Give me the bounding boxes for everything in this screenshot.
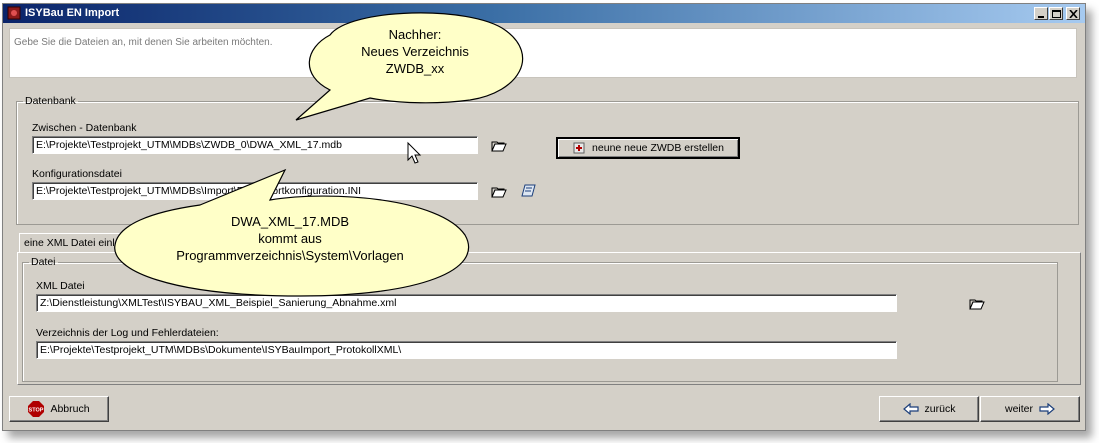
window-title: ISYBau EN Import	[25, 7, 120, 19]
bottom-bar: STOP Abbruch zurück weiter	[3, 392, 1085, 430]
datenbank-group: Datenbank	[16, 95, 1079, 225]
bottom-callout-text: DWA_XML_17.MDB kommt aus Programmverzeic…	[150, 213, 430, 264]
bottom-callout-line: Programmverzeichnis\System\Vorlagen	[176, 248, 404, 263]
new-zwdb-button[interactable]: neune neue ZWDB erstellen	[556, 137, 740, 159]
new-zwdb-label: neune neue ZWDB erstellen	[592, 142, 724, 154]
stop-icon: STOP	[28, 401, 45, 417]
datei-group: Datei	[22, 256, 1058, 382]
svg-text:STOP: STOP	[29, 408, 44, 414]
folder-open-icon[interactable]	[491, 185, 507, 199]
title-bar[interactable]: ISYBau EN Import	[3, 4, 1085, 23]
config-label: Konfigurationsdatei	[32, 168, 122, 180]
hint-text: Gebe Sie die Dateien an, mit denen Sie a…	[14, 37, 273, 48]
app-icon	[7, 6, 21, 20]
weiter-label: weiter	[1004, 403, 1033, 415]
close-icon	[1069, 10, 1078, 18]
minimize-icon	[1038, 16, 1044, 18]
maximize-button[interactable]	[1049, 7, 1063, 20]
xml-path-input[interactable]	[36, 294, 897, 312]
bottom-callout-line: kommt aus	[258, 231, 322, 246]
config-path-input[interactable]	[32, 182, 478, 200]
close-button[interactable]	[1066, 7, 1080, 20]
log-path-input[interactable]	[36, 341, 897, 359]
bottom-callout-line: DWA_XML_17.MDB	[231, 214, 349, 229]
folder-open-icon[interactable]	[491, 139, 507, 153]
top-callout-text: Nachher: Neues Verzeichnis ZWDB_xx	[340, 26, 490, 77]
log-label: Verzeichnis der Log und Fehlerdateien:	[36, 327, 219, 339]
top-callout-line: Nachher:	[388, 27, 442, 42]
weiter-button[interactable]: weiter	[980, 396, 1080, 422]
xml-label: XML Datei	[36, 280, 85, 292]
arrow-right-icon	[1039, 403, 1055, 415]
abbruch-label: Abbruch	[50, 403, 90, 415]
new-database-icon	[573, 142, 585, 154]
abbruch-button[interactable]: STOP Abbruch	[9, 396, 109, 422]
tab-label: eine XML Datei einlesen	[24, 237, 138, 249]
datenbank-legend: Datenbank	[25, 95, 76, 107]
maximize-icon	[1052, 10, 1061, 18]
top-callout-line: ZWDB_xx	[385, 61, 445, 76]
edit-file-icon[interactable]	[521, 184, 537, 198]
zwdb-path-input[interactable]	[32, 136, 478, 154]
zwdb-label: Zwischen - Datenbank	[32, 122, 137, 134]
zurueck-button[interactable]: zurück	[879, 396, 979, 422]
arrow-left-icon	[902, 403, 919, 415]
top-callout-line: Neues Verzeichnis	[361, 44, 469, 59]
zurueck-label: zurück	[924, 403, 956, 415]
datei-legend: Datei	[31, 256, 56, 268]
folder-open-icon[interactable]	[969, 297, 985, 311]
minimize-button[interactable]	[1034, 7, 1048, 20]
header-panel: Gebe Sie die Dateien an, mit denen Sie a…	[9, 28, 1077, 78]
